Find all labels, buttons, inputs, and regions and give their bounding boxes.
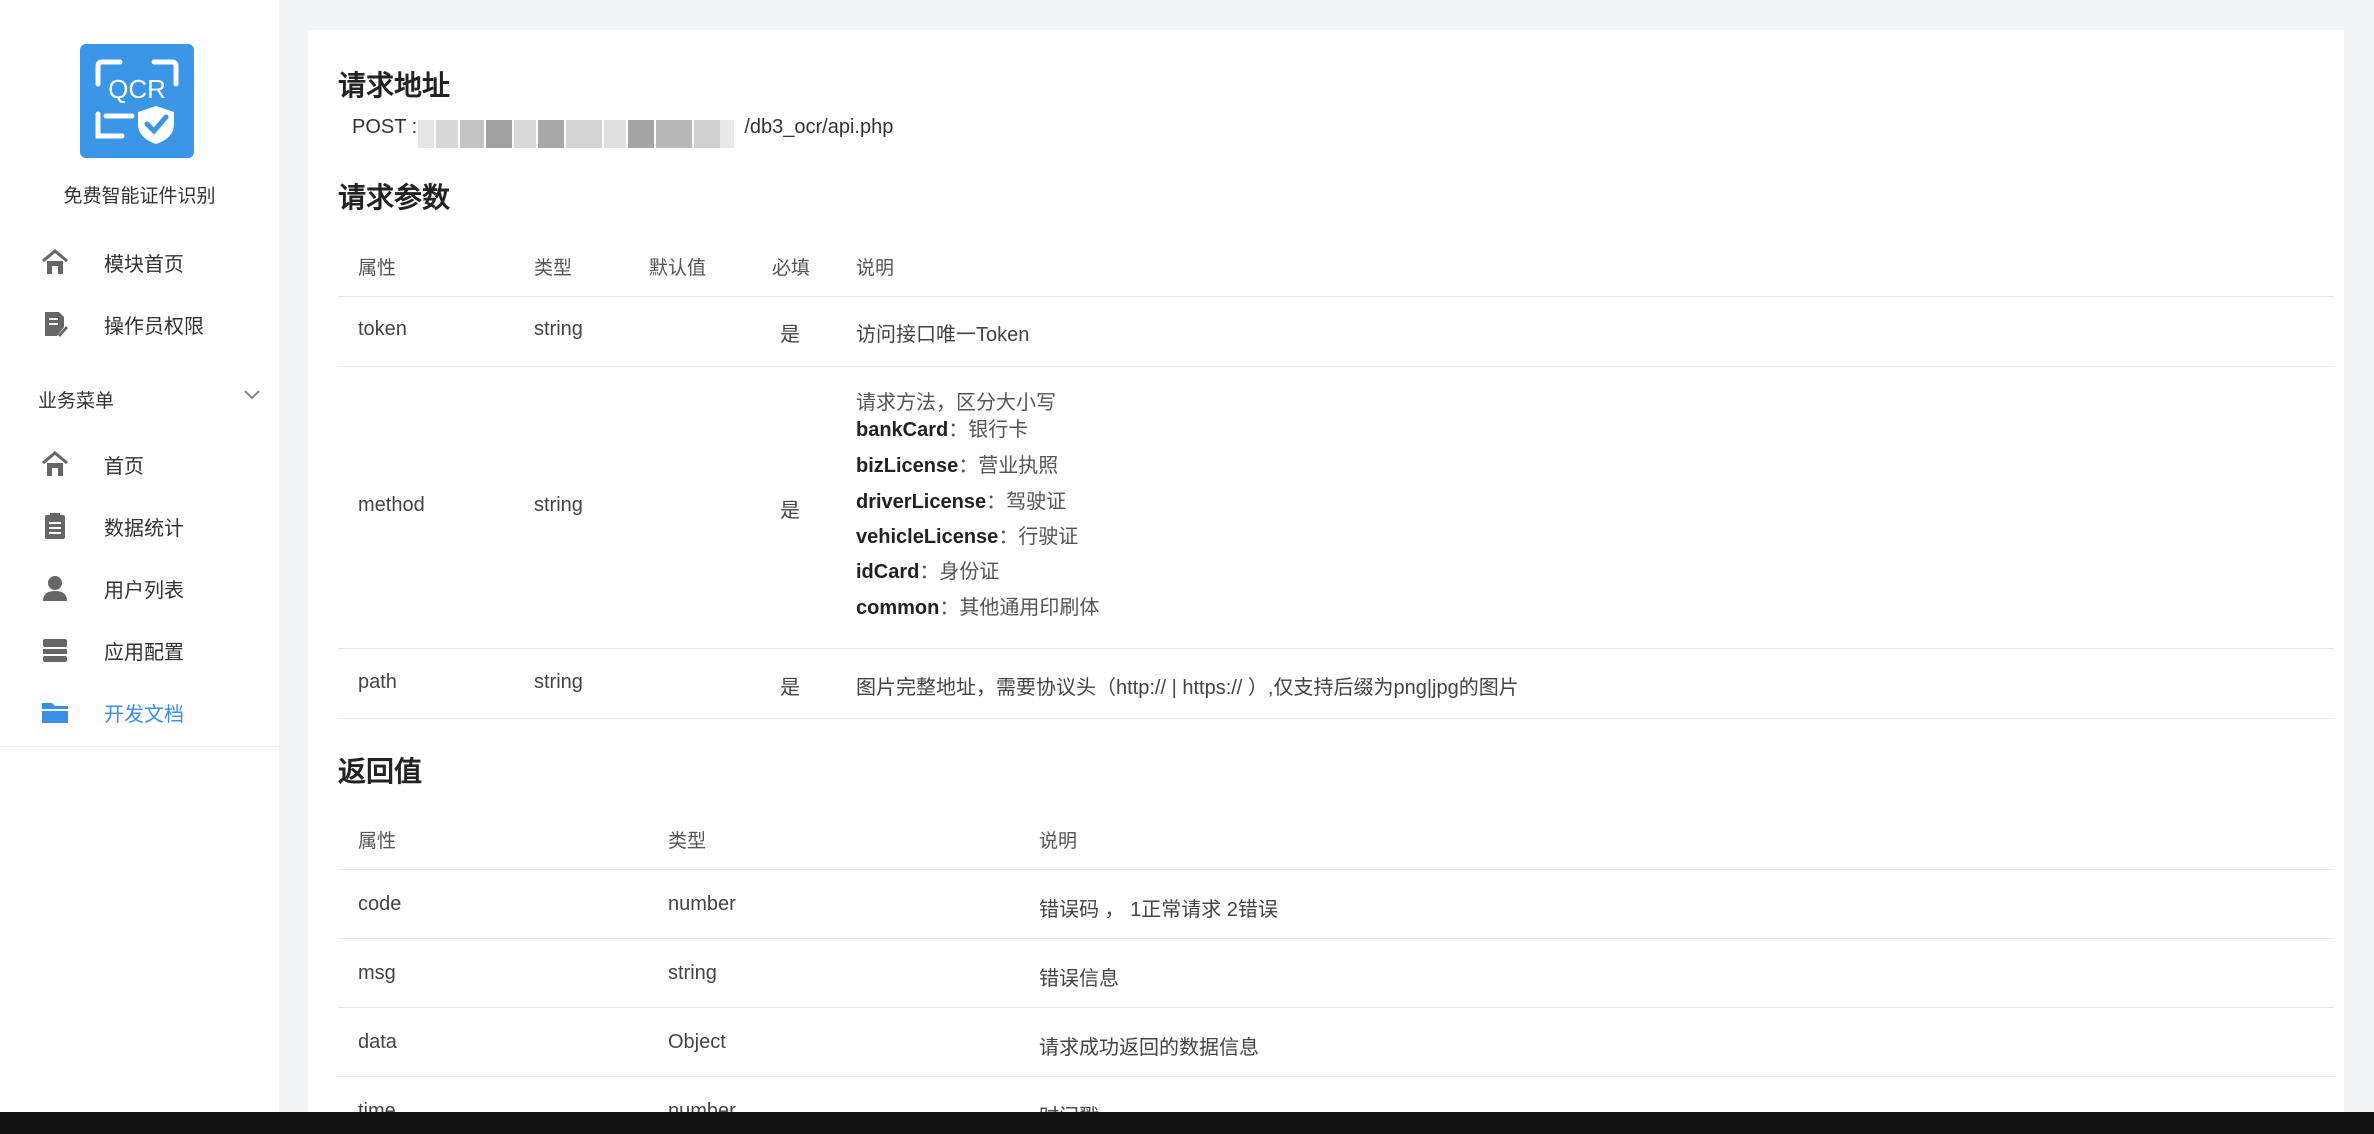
request-params-table: 属性 类型 默认值 必填 说明 token string 是 访问接口唯一Tok… [338,230,2334,736]
http-method: POST : [352,116,418,138]
bottom-bar [0,1112,2374,1134]
method-option: bizLicense：营业执照 [856,455,1059,477]
table-row: code number 错误码 ， 1正常请求 2错误 [338,869,2334,939]
table-row: path string 是 图片完整地址，需要协议头（http:// | htt… [338,648,2334,719]
column-header: 必填 [772,258,811,279]
request-params-heading: 请求参数 [338,182,451,213]
url-tail: /db3_ocr/api.php [744,116,894,138]
method-option: idCard：身份证 [856,561,1000,583]
param-required: 是 [780,324,800,346]
method-option: vehicleLicense：行驶证 [856,526,1079,548]
clipboard-icon [45,513,65,539]
return-type: string [668,962,717,984]
return-attr: msg [358,962,396,984]
chevron-down-icon[interactable] [242,384,262,404]
column-header: 说明 [1039,831,1078,852]
sidebar-group-title[interactable]: 业务菜单 [38,386,114,413]
return-type: Object [668,1031,726,1053]
sidebar-divider [0,746,279,747]
param-attr: path [358,671,397,693]
table-row: token string 是 访问接口唯一Token [338,296,2334,367]
sidebar-item-label: 开发文档 [104,703,184,726]
app-logo[interactable]: QCR [80,44,194,158]
sidebar-item-label: 首页 [104,455,144,478]
sidebar-item-data-stats[interactable]: 数据统计 [0,496,279,556]
return-attr: code [358,893,402,915]
param-type: string [534,671,583,693]
column-header: 类型 [668,831,707,852]
method-option: driverLicense：驾驶证 [856,491,1067,513]
document-edit-icon [45,312,68,337]
server-icon [43,639,67,662]
column-header: 默认值 [649,258,707,279]
param-desc: 图片完整地址，需要协议头（http:// | https:// ）,仅支持后缀为… [856,677,1519,699]
table-row: time number 时间戳 [338,1076,2334,1112]
folder-icon [42,703,68,723]
sidebar-item-label: 用户列表 [104,579,184,602]
main-content: 请求地址 POST : /db3_ocr/api.php 请求参数 属性 类型 … [308,30,2344,1112]
method-desc: 请求方法，区分大小写 bankCard：银行卡 bizLicense：营业执照 … [856,386,1856,636]
return-type: number [668,1100,736,1112]
sidebar-item-operator-permissions[interactable]: 操作员权限 [0,294,279,354]
column-header: 类型 [534,258,573,279]
param-attr: token [358,318,407,340]
param-type: string [534,494,583,516]
sidebar-item-app-config[interactable]: 应用配置 [0,620,279,680]
app-name: 免费智能证件识别 [63,186,216,207]
return-type: number [668,893,736,915]
table-row: method string 是 请求方法，区分大小写 bankCard：银行卡 … [338,366,2334,649]
sidebar-item-label: 模块首页 [104,253,184,276]
sidebar-item-home[interactable]: 首页 [0,434,279,494]
return-attr: data [358,1031,397,1053]
param-desc: 访问接口唯一Token [856,324,1030,346]
return-values-heading: 返回值 [338,756,423,787]
user-icon [43,576,67,601]
logo-text: QCR [108,74,166,104]
return-desc: 请求成功返回的数据信息 [1039,1037,1259,1059]
column-header: 属性 [358,831,397,852]
return-desc: 错误码 ， 1正常请求 2错误 [1039,899,1278,921]
param-type: string [534,318,583,340]
return-desc: 时间戳 [1039,1100,1099,1112]
method-option: bankCard：银行卡 [856,419,1029,441]
return-attr: time [358,1100,396,1112]
table-header-row: 属性 类型 默认值 必填 说明 [338,230,2334,297]
column-header: 说明 [856,258,895,279]
sidebar-item-dev-docs[interactable]: 开发文档 [0,682,279,742]
request-address-heading: 请求地址 [338,70,451,101]
sidebar-item-label: 操作员权限 [104,315,204,338]
ocr-logo-icon: QCR [95,59,179,144]
sidebar-item-label: 数据统计 [104,517,184,540]
table-row: msg string 错误信息 [338,938,2334,1008]
sidebar-item-module-home[interactable]: 模块首页 [0,232,279,292]
param-attr: method [358,494,425,516]
return-values-table: 属性 类型 说明 code number 错误码 ， 1正常请求 2错误 msg… [338,804,2334,1112]
home-icon [42,451,68,476]
sidebar-item-user-list[interactable]: 用户列表 [0,558,279,618]
sidebar: QCR 免费智能证件识别 模块首页 操作员权限 业务菜单 首页 数据统计 用户列… [0,0,279,1112]
method-desc-intro: 请求方法，区分大小写 [856,392,1056,414]
sidebar-item-label: 应用配置 [104,641,184,664]
column-header: 属性 [358,258,397,279]
method-option: common：其他通用印刷体 [856,597,1100,619]
param-required: 是 [780,677,800,699]
table-header-row: 属性 类型 说明 [338,804,2334,870]
param-required: 是 [780,500,800,522]
table-row: data Object 请求成功返回的数据信息 [338,1007,2334,1077]
return-desc: 错误信息 [1039,968,1119,990]
home-icon [42,249,68,274]
